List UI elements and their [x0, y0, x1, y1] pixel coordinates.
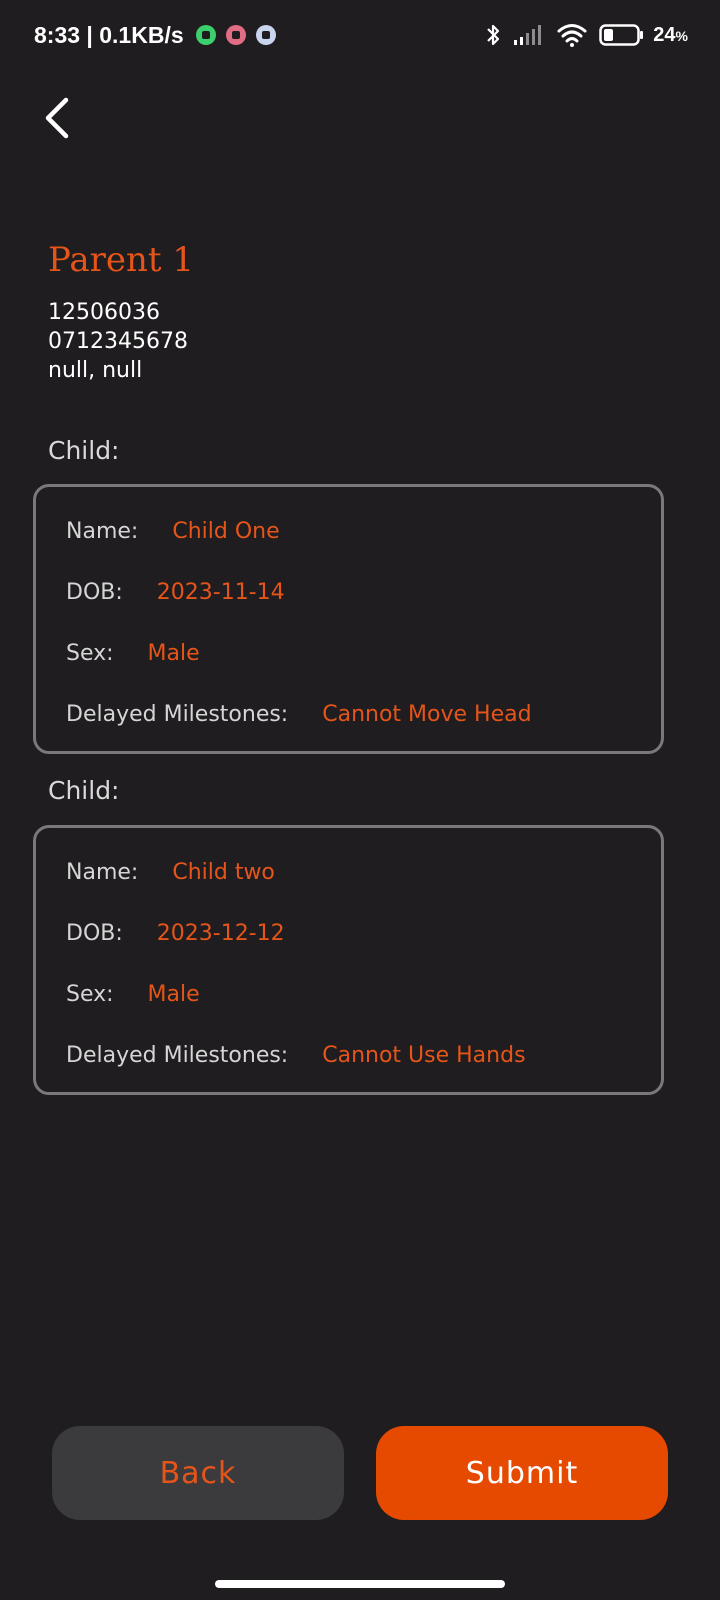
child-dob-row: DOB: 2023-12-12: [66, 921, 285, 947]
child-section-label: Child:: [48, 776, 120, 805]
child-sex-label: Sex:: [66, 982, 114, 1007]
child-card: Name: Child two DOB: 2023-12-12 Sex: Male D…: [33, 825, 664, 1095]
status-right: 24%: [485, 20, 688, 50]
child-name-label: Name:: [66, 860, 139, 885]
whatsapp-notification-icon: [195, 25, 216, 45]
lock-notification-icon: [255, 25, 276, 45]
child-milestones-label: Delayed Milestones:: [66, 1043, 289, 1068]
child-milestones-row: Delayed Milestones: Cannot Move Head: [66, 702, 532, 728]
child-dob-label: DOB:: [66, 921, 123, 946]
child-sex-value: Male: [147, 982, 200, 1007]
child-section-label: Child:: [48, 436, 120, 465]
parent-location: null, null: [48, 358, 143, 383]
wifi-icon: [557, 24, 587, 47]
status-time-speed: 8:33 | 0.1KB/s: [34, 21, 184, 48]
child-milestones-row: Delayed Milestones: Cannot Use Hands: [66, 1043, 526, 1069]
child-name-value: Child two: [172, 860, 275, 885]
status-bar: 8:33 | 0.1KB/s 24%: [0, 0, 720, 70]
status-left: 8:33 | 0.1KB/s: [34, 20, 276, 50]
parent-title: Parent 1: [48, 240, 194, 280]
home-indicator[interactable]: [215, 1580, 505, 1588]
child-dob-value: 2023-11-14: [156, 580, 285, 605]
child-sex-value: Male: [147, 641, 200, 666]
child-dob-value: 2023-12-12: [156, 921, 285, 946]
child-name-row: Name: Child One: [66, 519, 280, 545]
child-name-label: Name:: [66, 519, 139, 544]
signal-icon: [514, 25, 542, 45]
parent-id: 12506036: [48, 300, 160, 325]
child-milestones-label: Delayed Milestones:: [66, 702, 289, 727]
child-sex-row: Sex: Male: [66, 982, 200, 1008]
child-name-value: Child One: [172, 519, 280, 544]
child-sex-label: Sex:: [66, 641, 114, 666]
bluetooth-icon: [487, 24, 500, 46]
back-button[interactable]: Back: [52, 1426, 344, 1520]
battery-icon: [599, 24, 644, 46]
child-card: Name: Child One DOB: 2023-11-14 Sex: Male D…: [33, 484, 664, 754]
submit-button[interactable]: Submit: [376, 1426, 668, 1520]
mail-notification-icon: [225, 25, 246, 45]
parent-phone: 0712345678: [48, 329, 188, 354]
child-milestones-value: Cannot Move Head: [322, 702, 532, 727]
child-dob-label: DOB:: [66, 580, 123, 605]
child-name-row: Name: Child two: [66, 860, 275, 886]
child-sex-row: Sex: Male: [66, 641, 200, 667]
back-chevron-icon[interactable]: [38, 96, 78, 140]
battery-percentage: 24%: [653, 23, 688, 46]
child-dob-row: DOB: 2023-11-14: [66, 580, 285, 606]
child-milestones-value: Cannot Use Hands: [322, 1043, 526, 1068]
